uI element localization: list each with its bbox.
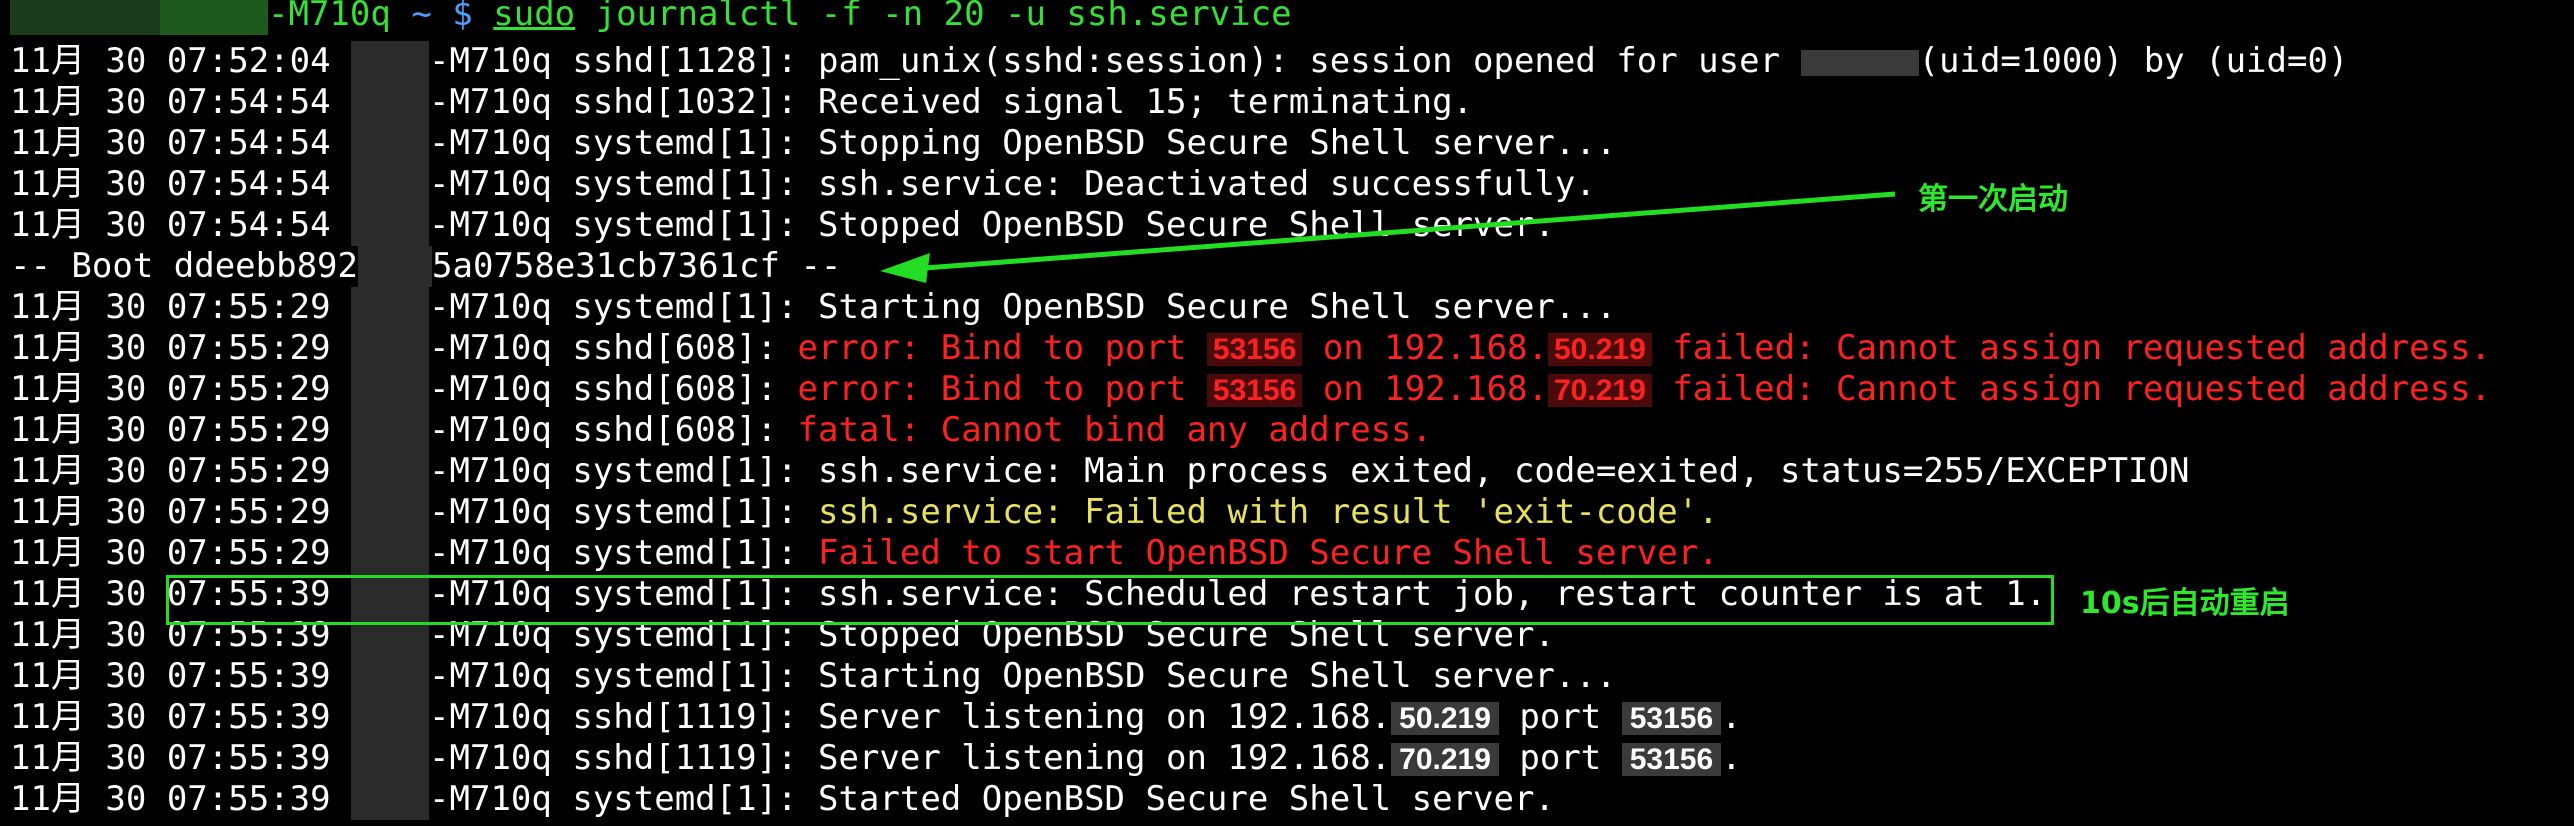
- annotation-first-boot: 第一次启动: [1918, 182, 2068, 217]
- highlight-box-restart: [166, 575, 2054, 625]
- terminal-window[interactable]: -M710q ~ $ sudo journalctl -f -n 20 -u s…: [0, 0, 2574, 826]
- annotation-auto-restart: 10s后自动重启: [2080, 586, 2290, 621]
- arrow-head: [880, 253, 930, 283]
- arrow-line: [924, 191, 1896, 271]
- annotation-arrow: [880, 191, 1896, 283]
